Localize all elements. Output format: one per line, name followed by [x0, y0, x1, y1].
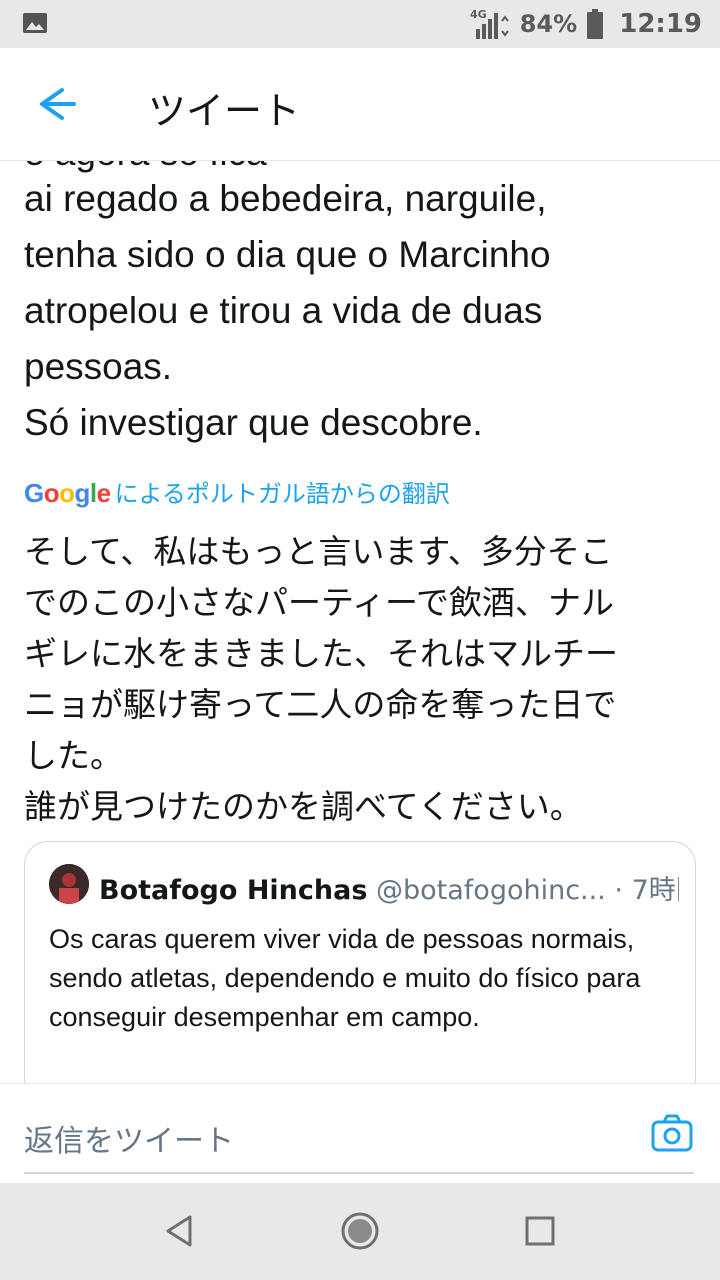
battery-percent: 84% — [519, 10, 578, 38]
quoted-timestamp: 7時間 — [631, 875, 679, 906]
separator-dot: · — [614, 875, 623, 906]
translation-attribution[interactable]: Google によるポルトガル語からの翻訳 — [24, 474, 450, 509]
quoted-author-handle: @botafogohinc... — [376, 875, 606, 906]
camera-icon[interactable] — [650, 1112, 694, 1156]
system-nav-bar — [0, 1183, 720, 1280]
back-arrow-icon[interactable] — [30, 84, 82, 124]
reply-underline — [24, 1172, 694, 1174]
translated-text: そして、私はもっと言います、多分そこ でのこの小さなパーティーで飲酒、ナル ギレ… — [24, 532, 618, 826]
nav-back-icon[interactable] — [158, 1209, 202, 1253]
tweet-text: ai regado a bebedeira, narguile, tenha s… — [24, 178, 551, 443]
avatar[interactable] — [49, 864, 89, 904]
translation-label[interactable]: によるポルトガル語からの翻訳 — [115, 474, 450, 509]
signal-icon: 4G — [470, 8, 509, 39]
quoted-author-name[interactable]: Botafogo Hinchas — [99, 875, 367, 906]
clock: 12:19 — [619, 9, 702, 39]
status-right: 4G 84% 12:19 — [470, 0, 702, 48]
status-bar: 4G 84% 12:19 — [0, 0, 720, 48]
page-title: ツイート — [148, 89, 301, 133]
reply-bar: 返信をツイート — [0, 1083, 720, 1184]
reply-input[interactable]: 返信をツイート — [24, 1116, 234, 1160]
nav-home-icon[interactable] — [338, 1209, 382, 1253]
google-logo: Google — [24, 478, 111, 508]
app-header: ツイート — [0, 48, 720, 161]
quoted-tweet[interactable]: Botafogo Hinchas @botafogohinc... · 7時間 … — [24, 841, 696, 1083]
nav-recent-icon[interactable] — [518, 1209, 562, 1253]
quoted-tweet-text: Os caras querem viver vida de pessoas no… — [49, 924, 641, 1032]
tweet-detail: e agora só fica ai regado a bebedeira, n… — [0, 161, 720, 1083]
network-type: 4G — [470, 8, 487, 21]
avatar-image — [49, 864, 89, 904]
quoted-tweet-header: Botafogo Hinchas @botafogohinc... · 7時間 — [99, 868, 679, 907]
battery-icon — [587, 9, 604, 39]
image-icon — [23, 13, 47, 33]
